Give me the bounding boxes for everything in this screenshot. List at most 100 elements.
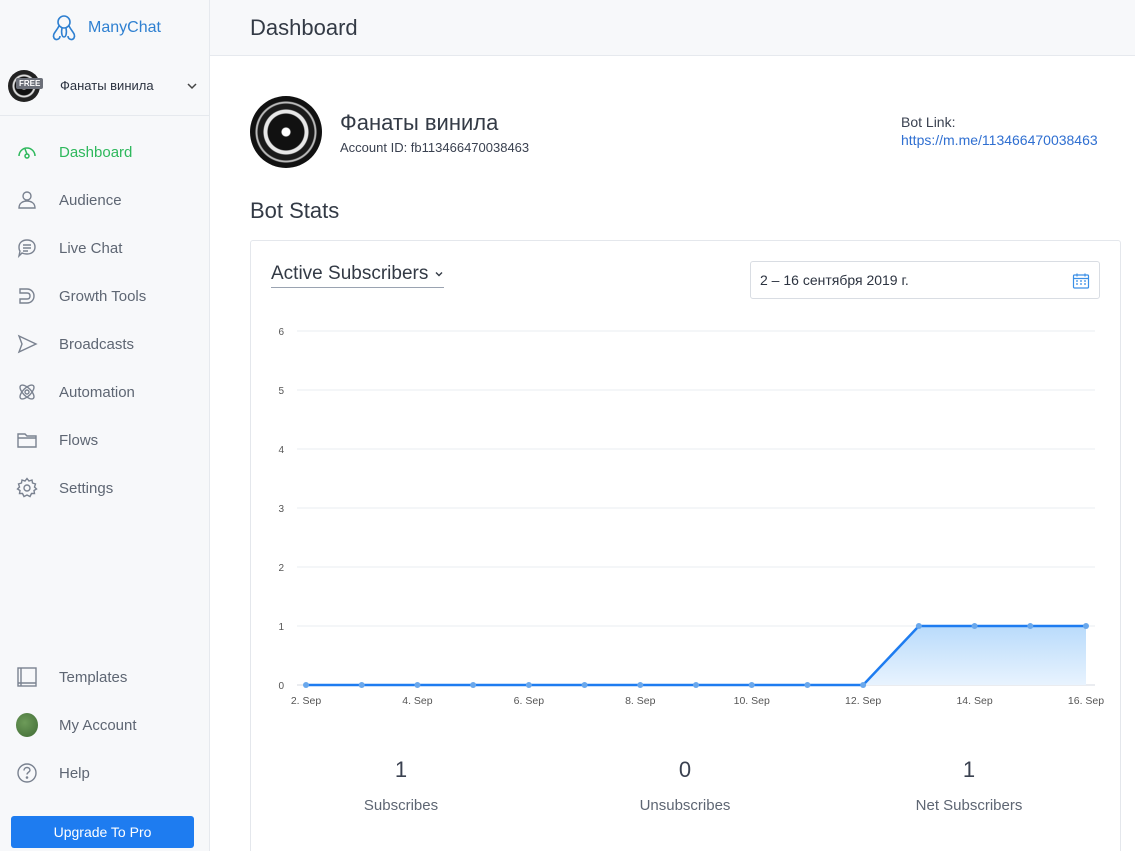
plan-badge: FREE [16,78,44,89]
bot-link: Bot Link: https://m.me/113466470038463 [901,114,1098,148]
stat-label: Net Subscribers [915,797,1023,814]
data-point [470,682,477,688]
summary-stats: 1 Subscribes 0 Unsubscribes 1 Net Subscr… [251,757,1122,837]
sidebar-item-automation[interactable]: Automation [0,368,209,416]
folder-icon [16,429,38,451]
page-title: Dashboard [250,14,358,40]
data-point [748,682,755,688]
top-bar: Dashboard [210,0,1135,56]
data-point [860,682,867,688]
data-point [358,682,365,688]
stat-value: 1 [962,757,976,782]
sidebar-item-label: Templates [59,668,128,686]
data-point [915,623,922,629]
chat-icon [16,237,38,259]
active-subscribers-chart: 0 1 2 3 4 5 6 2. Sep 4. Sep 6. Sep 8. Sep 10. Sep 12… [278,327,1104,707]
account-id: Account ID: fb113466470038463 [340,139,530,155]
x-tick-label: 16. Sep [1068,695,1104,707]
stat-value: 0 [678,757,692,782]
metric-dropdown[interactable]: Active Subscribers [271,263,445,288]
avatar [16,713,38,737]
x-tick-label: 4. Sep [402,695,433,707]
sidebar-item-my-account[interactable]: My Account [0,701,210,749]
bot-stats-title: Bot Stats [250,198,340,223]
help-icon [16,762,38,784]
stats-card: Active Subscribers 2 – 16 сентября 2019 … [250,240,1121,851]
y-tick-label: 3 [278,504,284,515]
user-icon [16,189,38,211]
sidebar-item-label: Settings [59,479,114,497]
stat-net-subscribers: 1 Net Subscribers [869,757,1069,814]
bot-header: Фанаты винила Account ID: fb113466470038… [250,96,529,168]
date-range-picker[interactable]: 2 – 16 сентября 2019 г. [750,261,1100,299]
data-point [581,682,588,688]
data-point [303,682,309,688]
stat-label: Unsubscribes [639,797,731,814]
bot-info: Фанаты винила Account ID: fb113466470038… [340,110,529,155]
sidebar-item-label: Dashboard [59,143,133,161]
magnet-icon [16,285,38,307]
y-tick-label: 2 [278,563,284,574]
data-point [414,682,421,688]
series-area [306,626,1086,685]
stat-subscribes: 1 Subscribes [301,757,501,814]
upgrade-to-pro-button[interactable]: Upgrade To Pro [11,816,194,848]
send-icon [16,333,38,355]
data-point [525,682,532,688]
logo-text: ManyChat [88,19,161,36]
sidebar-item-broadcasts[interactable]: Broadcasts [0,320,209,368]
main-content: Фанаты винила Account ID: fb113466470038… [210,56,1135,851]
y-tick-label: 5 [278,386,284,397]
sidebar-item-settings[interactable]: Settings [0,464,209,512]
chevron-down-icon [435,272,443,277]
sidebar-item-templates[interactable]: Templates [0,653,210,701]
sidebar-item-label: Audience [59,191,122,209]
data-point [804,682,811,688]
x-tick-label: 6. Sep [514,695,545,707]
sidebar-item-growth-tools[interactable]: Growth Tools [0,272,209,320]
bot-link-label: Bot Link: [901,114,956,130]
metric-dropdown-label: Active Subscribers [271,263,429,284]
bot-avatar [250,96,322,168]
y-tick-label: 6 [278,327,284,338]
sidebar-item-dashboard[interactable]: Dashboard [0,128,209,176]
dashboard-icon [16,141,38,163]
logo[interactable]: ManyChat [0,0,209,56]
sidebar-item-label: Automation [59,383,135,401]
stat-value: 1 [394,757,408,782]
date-range-value: 2 – 16 сентября 2019 г. [760,272,909,288]
account-switcher[interactable]: FREE Фанаты винила [0,56,209,116]
sidebar: ManyChat FREE Фанаты винила Dashboard Au… [0,0,210,851]
data-point [971,623,978,629]
sidebar-item-label: My Account [59,716,137,734]
gear-icon [16,477,38,499]
chevron-down-icon [187,82,197,89]
sidebar-item-label: Flows [59,431,99,449]
data-point [637,682,644,688]
sidebar-item-live-chat[interactable]: Live Chat [0,224,209,272]
sidebar-item-label: Growth Tools [59,287,147,305]
x-tick-label: 2. Sep [291,695,322,707]
atom-icon [16,381,38,403]
bot-link-url[interactable]: https://m.me/113466470038463 [901,132,1098,148]
stat-label: Subscribes [363,797,439,814]
bot-name: Фанаты винила [340,109,499,135]
sidebar-item-audience[interactable]: Audience [0,176,209,224]
x-tick-label: 8. Sep [625,695,656,707]
x-tick-label: 14. Sep [956,695,992,707]
manychat-logo-icon [52,15,76,41]
y-tick-label: 0 [278,681,284,692]
x-tick-label: 12. Sep [845,695,881,707]
templates-icon [16,666,38,688]
account-name: Фанаты винила [60,78,154,93]
sidebar-item-label: Live Chat [59,239,123,257]
data-point [1083,623,1089,629]
sidebar-item-help[interactable]: Help [0,749,210,797]
sidebar-item-label: Broadcasts [59,335,135,353]
data-point [1027,623,1034,629]
sidebar-item-flows[interactable]: Flows [0,416,209,464]
x-tick-label: 10. Sep [734,695,770,707]
sidebar-nav: Dashboard Audience Live Chat Growth Tool… [0,128,209,512]
y-tick-label: 1 [278,622,284,633]
calendar-icon [1072,273,1090,289]
